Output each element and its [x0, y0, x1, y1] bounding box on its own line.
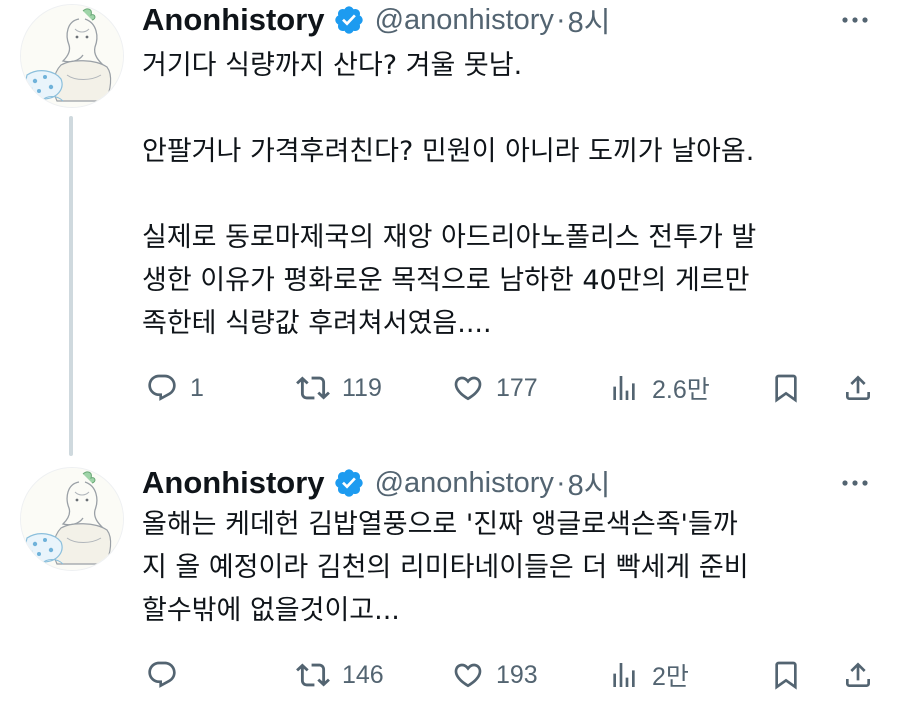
avatar-illustration — [21, 468, 123, 570]
share-button[interactable] — [842, 653, 874, 697]
reply-count: 1 — [190, 373, 204, 402]
bookmark-icon — [775, 374, 797, 403]
tweet-text-line: 올해는 케데헌 김밥열풍으로 '진짜 앵글로색슨족'들까 — [142, 509, 738, 540]
tweet-header: Anonhistory @anonhistory · 8시 — [142, 463, 610, 503]
retweet-count: 119 — [342, 373, 382, 402]
like-icon — [454, 663, 482, 688]
tweet[interactable]: Anonhistory @anonhistory · 8시 거기다 식량까지 산… — [0, 0, 900, 456]
retweet-icon — [296, 376, 330, 400]
view-count: 2만 — [652, 663, 689, 691]
like-button[interactable]: 193 — [452, 653, 538, 697]
tweet-text: 올해는 케데헌 김밥열풍으로 '진짜 앵글로색슨족'들까 지 올 예정이라 김천… — [142, 503, 877, 632]
tweet-text: 거기다 식량까지 산다? 겨울 못남. 안팔거나 가격후려친다? 민원이 아니라… — [142, 44, 877, 345]
avatar[interactable] — [20, 467, 124, 571]
tweet-text-line: 지 올 예정이라 김천의 리미타네이들은 더 빡세게 준비 — [142, 552, 749, 583]
tweet-text-line: 거기다 식량까지 산다? 겨울 못남. — [142, 50, 523, 81]
tweet[interactable]: Anonhistory @anonhistory · 8시 올해는 케데헌 김밥… — [0, 455, 900, 705]
thread-connector-line — [69, 116, 73, 456]
views-icon — [613, 663, 635, 687]
like-count: 193 — [496, 660, 538, 689]
views-icon — [613, 376, 635, 400]
tweet-header: Anonhistory @anonhistory · 8시 — [142, 0, 610, 40]
like-count: 177 — [496, 373, 538, 402]
avatar-illustration — [21, 5, 123, 107]
tweet-text-line: 생한 이유가 평화로운 목적으로 남하한 40만의 게르만 — [142, 265, 750, 296]
share-icon — [846, 662, 870, 687]
views-button[interactable]: 2만 — [608, 653, 689, 697]
like-icon — [454, 376, 482, 401]
author-handle[interactable]: @anonhistory — [375, 467, 554, 500]
share-button[interactable] — [842, 366, 874, 410]
tweet-actions: 146 193 2만 — [142, 653, 882, 697]
like-button[interactable]: 177 — [452, 366, 538, 410]
reply-icon — [148, 374, 176, 401]
more-icon[interactable] — [840, 10, 870, 30]
retweet-icon — [296, 663, 330, 687]
view-count: 2.6만 — [652, 376, 710, 404]
bookmark-button[interactable] — [770, 366, 802, 410]
separator-dot: · — [555, 466, 566, 499]
reply-button[interactable] — [146, 653, 190, 697]
tweet-text-line: 안팔거나 가격후려친다? 민원이 아니라 도끼가 날아옴. — [142, 136, 755, 167]
more-icon[interactable] — [840, 473, 870, 493]
tweet-actions: 1 119 177 2.6만 — [142, 366, 882, 410]
reply-button[interactable]: 1 — [146, 366, 204, 410]
retweet-count: 146 — [342, 660, 384, 689]
separator-dot: · — [555, 3, 566, 36]
author-handle[interactable]: @anonhistory — [375, 4, 554, 37]
tweet-text-line: 할수밖에 없을것이고... — [142, 595, 400, 626]
tweet-timestamp[interactable]: 8시 — [568, 0, 611, 41]
bookmark-icon — [775, 661, 797, 690]
tweet-text-line: 실제로 동로마제국의 재앙 아드리아노폴리스 전투가 발 — [142, 222, 757, 253]
verified-icon — [333, 4, 365, 36]
author-name[interactable]: Anonhistory — [142, 465, 325, 501]
author-name[interactable]: Anonhistory — [142, 2, 325, 38]
share-icon — [846, 375, 870, 400]
tweet-timestamp[interactable]: 8시 — [568, 462, 611, 504]
reply-icon — [148, 661, 176, 688]
retweet-button[interactable]: 119 — [296, 366, 382, 410]
tweet-text-line: 족한테 식량값 후려쳐서였음.... — [142, 308, 492, 339]
bookmark-button[interactable] — [770, 653, 802, 697]
avatar[interactable] — [20, 4, 124, 108]
verified-icon — [333, 467, 365, 499]
retweet-button[interactable]: 146 — [296, 653, 384, 697]
views-button[interactable]: 2.6만 — [608, 366, 710, 410]
